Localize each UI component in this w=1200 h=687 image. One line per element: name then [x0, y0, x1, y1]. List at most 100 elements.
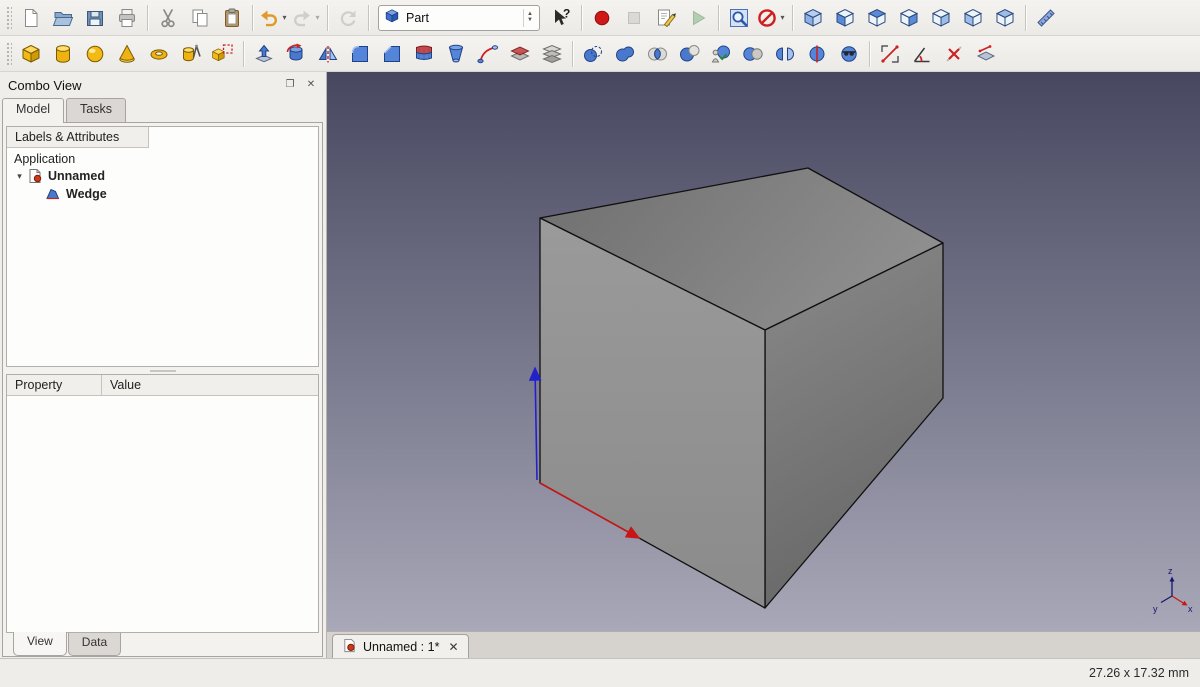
clear-measurement-button[interactable] [939, 39, 969, 69]
close-panel-icon[interactable]: ✕ [304, 78, 318, 92]
toolbar-separator [1025, 5, 1026, 31]
toggle-measurement-button[interactable] [971, 39, 1001, 69]
property-column-header[interactable]: Property [7, 375, 102, 395]
combo-view-tabs: Model Tasks [0, 98, 326, 122]
paste-icon [221, 7, 243, 29]
bottom-view-button[interactable] [958, 3, 988, 33]
tab-model[interactable]: Model [2, 98, 64, 123]
measure-distance-button[interactable] [1031, 3, 1061, 33]
print-icon [116, 7, 138, 29]
cut-boolean-icon [678, 43, 700, 65]
front-view-button[interactable] [830, 3, 860, 33]
macro-edit-icon [655, 7, 677, 29]
check-geometry-icon [710, 43, 732, 65]
expander-icon[interactable]: ▾ [13, 171, 26, 182]
panel-splitter[interactable] [6, 367, 319, 374]
dropdown-arrow-icon[interactable]: ▾ [280, 13, 289, 22]
revolve-button[interactable] [281, 39, 311, 69]
sweep-button[interactable] [473, 39, 503, 69]
cross-sections-button[interactable] [537, 39, 567, 69]
section-button[interactable] [505, 39, 535, 69]
tab-tasks[interactable]: Tasks [66, 98, 126, 122]
tab-view[interactable]: View [13, 632, 67, 656]
right-view-button[interactable] [894, 3, 924, 33]
connect-button[interactable] [770, 39, 800, 69]
tree-root-application[interactable]: Application [7, 151, 318, 167]
open-folder-button[interactable] [48, 3, 78, 33]
cone-button[interactable] [112, 39, 142, 69]
tree-item-wedge[interactable]: Wedge [7, 185, 318, 203]
fillet-button[interactable] [345, 39, 375, 69]
union-button[interactable] [610, 39, 640, 69]
cut-boolean-button[interactable] [674, 39, 704, 69]
chamfer-button[interactable] [377, 39, 407, 69]
workbench-selector[interactable]: Part▲▼ [378, 5, 540, 31]
copy-button[interactable] [185, 3, 215, 33]
shape-builder-button[interactable] [208, 39, 238, 69]
draw-style-button[interactable]: ▾ [756, 3, 787, 33]
left-view-icon [994, 7, 1016, 29]
labels-attributes-header[interactable]: Labels & Attributes [7, 127, 149, 148]
refresh-button[interactable] [333, 3, 363, 33]
panel-window-buttons: ❐ ✕ [283, 78, 318, 92]
measure-angular-button[interactable] [907, 39, 937, 69]
status-bar: 27.26 x 17.32 mm [0, 658, 1200, 687]
fit-all-button[interactable] [724, 3, 754, 33]
float-panel-icon[interactable]: ❐ [283, 78, 297, 92]
top-view-button[interactable] [862, 3, 892, 33]
axonometric-view-icon [802, 7, 824, 29]
whats-this-button[interactable]: ? [546, 3, 576, 33]
macro-record-button[interactable] [587, 3, 617, 33]
macro-stop-button[interactable] [619, 3, 649, 33]
tree-item-unnamed[interactable]: ▾Unnamed [7, 167, 318, 185]
torus-button[interactable] [144, 39, 174, 69]
close-document-icon[interactable]: ✕ [445, 640, 458, 654]
undo-button[interactable]: ▾ [258, 3, 289, 33]
axonometric-view-button[interactable] [798, 3, 828, 33]
workbench-selected-label: Part [400, 11, 523, 25]
dropdown-arrow-icon[interactable]: ▾ [313, 13, 322, 22]
defeaturing-icon [838, 43, 860, 65]
new-document-button[interactable] [16, 3, 46, 33]
toolbar-drag-handle[interactable] [6, 42, 12, 66]
tab-data[interactable]: Data [68, 633, 121, 656]
combo-spinner-icon[interactable]: ▲▼ [523, 9, 536, 27]
save-button[interactable] [80, 3, 110, 33]
macro-edit-button[interactable] [651, 3, 681, 33]
paste-button[interactable] [217, 3, 247, 33]
macro-play-button[interactable] [683, 3, 713, 33]
loft-button[interactable] [441, 39, 471, 69]
boolean-button[interactable] [738, 39, 768, 69]
common-button[interactable] [642, 39, 672, 69]
left-view-button[interactable] [990, 3, 1020, 33]
value-column-header[interactable]: Value [102, 375, 318, 395]
union-icon [614, 43, 636, 65]
toolbar-drag-handle[interactable] [6, 6, 12, 30]
document-icon [26, 168, 44, 184]
extrude-button[interactable] [249, 39, 279, 69]
dropdown-arrow-icon[interactable]: ▾ [778, 13, 787, 22]
boolean-icon [742, 43, 764, 65]
cut-button[interactable] [153, 3, 183, 33]
split-button[interactable] [802, 39, 832, 69]
compound-button[interactable] [578, 39, 608, 69]
wedge-icon [44, 186, 62, 202]
svg-text:?: ? [563, 7, 570, 21]
sphere-button[interactable] [80, 39, 110, 69]
3d-viewport[interactable]: z x y [327, 72, 1200, 631]
cylinder-button[interactable] [48, 39, 78, 69]
document-tab[interactable]: Unnamed : 1* ✕ [332, 634, 469, 658]
check-geometry-button[interactable] [706, 39, 736, 69]
front-view-icon [834, 7, 856, 29]
mirror-button[interactable] [313, 39, 343, 69]
box-button[interactable] [16, 39, 46, 69]
rear-view-button[interactable] [926, 3, 956, 33]
primitives-button[interactable] [176, 39, 206, 69]
open-folder-icon [52, 7, 74, 29]
measure-linear-button[interactable] [875, 39, 905, 69]
y-axis-label: y [1153, 604, 1158, 614]
ruled-surface-button[interactable] [409, 39, 439, 69]
defeaturing-button[interactable] [834, 39, 864, 69]
print-button[interactable] [112, 3, 142, 33]
redo-button[interactable]: ▾ [291, 3, 322, 33]
